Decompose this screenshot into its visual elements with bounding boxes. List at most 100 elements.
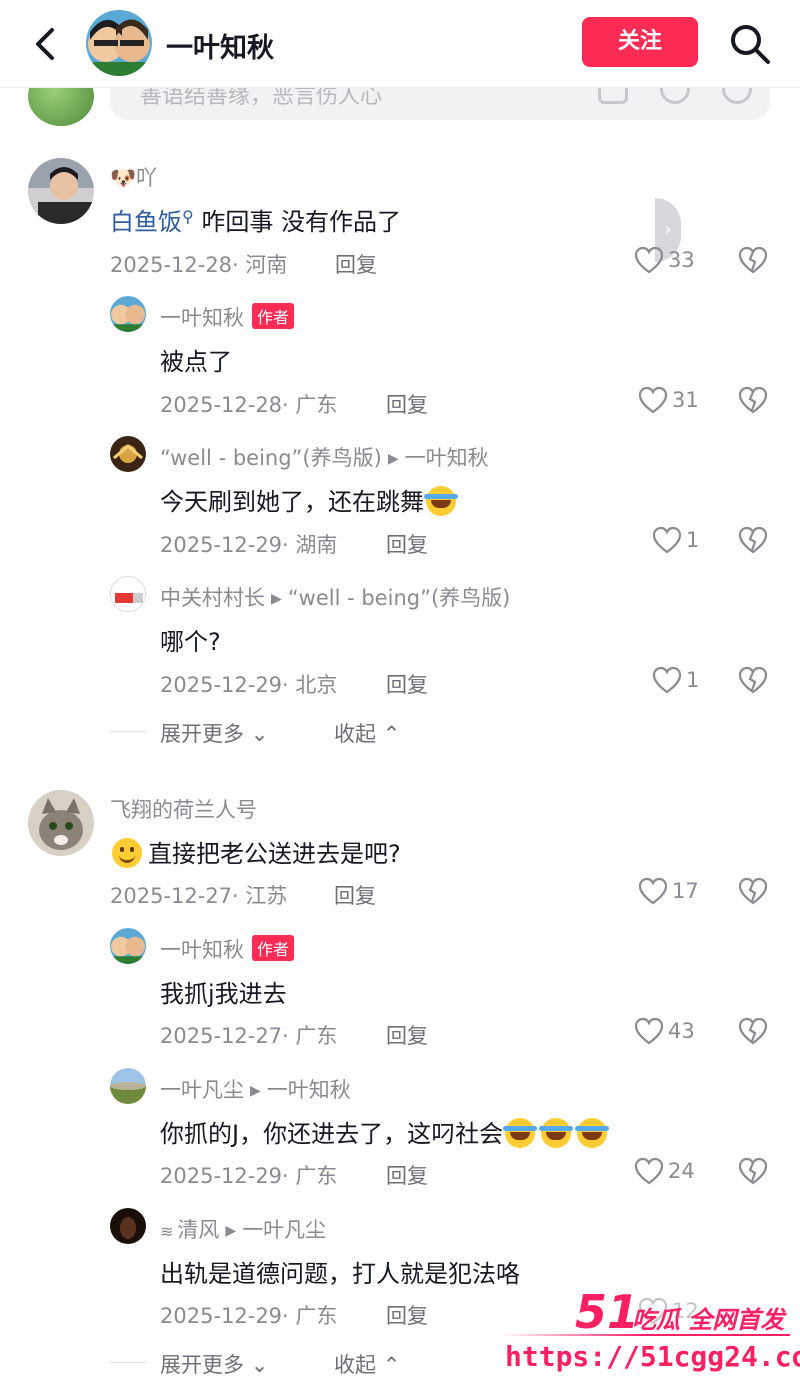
comment-username[interactable]: 飞翔的荷兰人号	[110, 794, 257, 824]
collapse-label: 收起	[334, 1353, 376, 1377]
wind-icon: ≋	[160, 1222, 174, 1241]
broken-heart-icon[interactable]	[738, 1157, 768, 1187]
broken-heart-icon[interactable]	[738, 666, 768, 696]
reply-username-text: 一叶知秋	[160, 306, 244, 330]
image-icon[interactable]	[598, 88, 628, 104]
heart-icon	[634, 246, 664, 274]
expand-more-label: 展开更多	[160, 1353, 244, 1377]
profile-name: 一叶知秋	[166, 33, 274, 64]
reply-text: 我抓j我进去	[160, 980, 287, 1008]
reply-target: 一叶知秋	[404, 446, 489, 470]
comment-body: 咋回事 没有作品了	[193, 208, 401, 236]
author-badge: 作者	[252, 935, 295, 961]
avatar[interactable]	[28, 158, 94, 224]
reply-username[interactable]: 一叶凡尘 ▶ 一叶知秋	[160, 1074, 351, 1104]
watermark-number: 51	[575, 1285, 640, 1339]
avatar[interactable]	[110, 1208, 146, 1244]
comment-username[interactable]: 🐶吖	[110, 162, 157, 192]
smile-emoji-icon	[112, 838, 142, 868]
like-button[interactable]: 24	[634, 1157, 704, 1187]
reply-username[interactable]: 一叶知秋 作者	[160, 302, 295, 332]
reply-button[interactable]: 回复	[386, 1020, 428, 1050]
divider	[110, 731, 146, 732]
collapse-button[interactable]: 收起 ⌃	[334, 718, 400, 748]
avatar[interactable]	[110, 436, 146, 472]
chevron-up-icon: ⌃	[382, 722, 401, 746]
reply-username-text: 清风	[177, 1218, 220, 1242]
expand-more-button[interactable]: 展开更多 ⌄	[160, 718, 268, 748]
back-arrow-icon[interactable]	[28, 24, 64, 64]
chevron-up-icon: ⌃	[382, 1353, 401, 1377]
broken-heart-icon[interactable]	[738, 386, 768, 416]
watermark-url: https://51cgg24.com	[505, 1340, 800, 1373]
reply-text: 你抓的J，你还进去了，这叼社会	[160, 1114, 610, 1149]
search-icon[interactable]	[728, 22, 772, 66]
reply-date-location: 2025-12-29· 广东	[160, 1164, 338, 1188]
divider	[110, 1362, 146, 1363]
reply-username-text: 一叶知秋	[160, 938, 244, 962]
mention-icon[interactable]	[660, 88, 690, 104]
reply-username[interactable]: 中关村村长 ▶ “well - being”(养鸟版)	[160, 582, 510, 612]
reply-username-text: “well - being”(养鸟版)	[160, 446, 382, 470]
heart-icon	[634, 1017, 664, 1045]
reply-arrow-icon: ▶	[271, 591, 282, 607]
avatar[interactable]	[110, 576, 146, 612]
comment-text: 直接把老公送进去是吧?	[110, 834, 401, 869]
reply-date-location: 2025-12-28· 广东	[160, 393, 338, 417]
like-count: 43	[668, 1019, 695, 1043]
reply-date-location: 2025-12-29· 北京	[160, 673, 338, 697]
reply-text: 哪个?	[160, 628, 221, 656]
like-button[interactable]: 1	[652, 526, 702, 556]
reply-username-text: 中关村村长	[160, 586, 265, 610]
mention-link[interactable]: 白鱼饭	[110, 208, 182, 236]
heart-icon	[634, 1157, 664, 1185]
reply-date-location: 2025-12-29· 广东	[160, 1304, 338, 1328]
avatar[interactable]	[28, 790, 94, 856]
reply-username-text: 一叶凡尘	[160, 1078, 244, 1102]
comment-input[interactable]: 善语结善缘，恶言伤人心	[110, 88, 770, 120]
like-button[interactable]: 31	[638, 386, 704, 416]
reply-button[interactable]: 回复	[334, 880, 376, 910]
like-count: 1	[686, 668, 700, 692]
reply-body: 你抓的J，你还进去了，这叼社会	[160, 1120, 504, 1148]
like-button[interactable]: 1	[652, 666, 702, 696]
reply-arrow-icon: ▶	[250, 1083, 261, 1099]
reply-button[interactable]: 回复	[386, 529, 428, 559]
profile-avatar[interactable]	[86, 10, 152, 76]
watermark-divider	[500, 1334, 790, 1336]
reply-button[interactable]: 回复	[386, 669, 428, 699]
comment-body: 直接把老公送进去是吧?	[148, 840, 401, 868]
reply-username[interactable]: “well - being”(养鸟版) ▶ 一叶知秋	[160, 442, 489, 472]
broken-heart-icon[interactable]	[738, 877, 768, 907]
expand-more-button[interactable]: 展开更多 ⌄	[160, 1349, 268, 1379]
like-count: 24	[668, 1159, 695, 1183]
reply-text: 今天刷到她了，还在跳舞	[160, 482, 458, 517]
heart-icon	[652, 526, 682, 554]
avatar[interactable]	[110, 928, 146, 964]
reply-button[interactable]: 回复	[335, 249, 377, 279]
reply-button[interactable]: 回复	[386, 1300, 428, 1330]
broken-heart-icon[interactable]	[738, 1017, 768, 1047]
reply-date-location: 2025-12-29· 湖南	[160, 533, 338, 557]
like-button[interactable]: 43	[634, 1017, 704, 1047]
reply-arrow-icon: ▶	[225, 1223, 237, 1239]
avatar[interactable]	[110, 296, 146, 332]
reply-button[interactable]: 回复	[386, 1160, 428, 1190]
reply-text: 出轨是道德问题，打人就是犯法咯	[160, 1260, 520, 1288]
broken-heart-icon[interactable]	[738, 246, 768, 276]
emoji-icon[interactable]	[722, 88, 752, 104]
heart-icon	[652, 666, 682, 694]
broken-heart-icon[interactable]	[738, 526, 768, 556]
laugh-cry-emoji-icon	[539, 1118, 574, 1148]
reply-button[interactable]: 回复	[386, 389, 428, 419]
comment-input-placeholder: 善语结善缘，恶言伤人心	[140, 88, 383, 109]
follow-button[interactable]: 关注	[582, 17, 698, 67]
reply-username[interactable]: 一叶知秋 作者	[160, 934, 295, 964]
like-button[interactable]: 33	[634, 246, 700, 276]
reply-username[interactable]: ≋ 清风 ▶ 一叶凡尘	[160, 1214, 326, 1244]
comment-date-location: 2025-12-27· 江苏	[110, 884, 288, 908]
avatar[interactable]	[110, 1068, 146, 1104]
search-icon[interactable]: ⚲	[182, 207, 194, 226]
collapse-button[interactable]: 收起 ⌃	[334, 1349, 400, 1379]
like-button[interactable]: 17	[638, 877, 704, 907]
